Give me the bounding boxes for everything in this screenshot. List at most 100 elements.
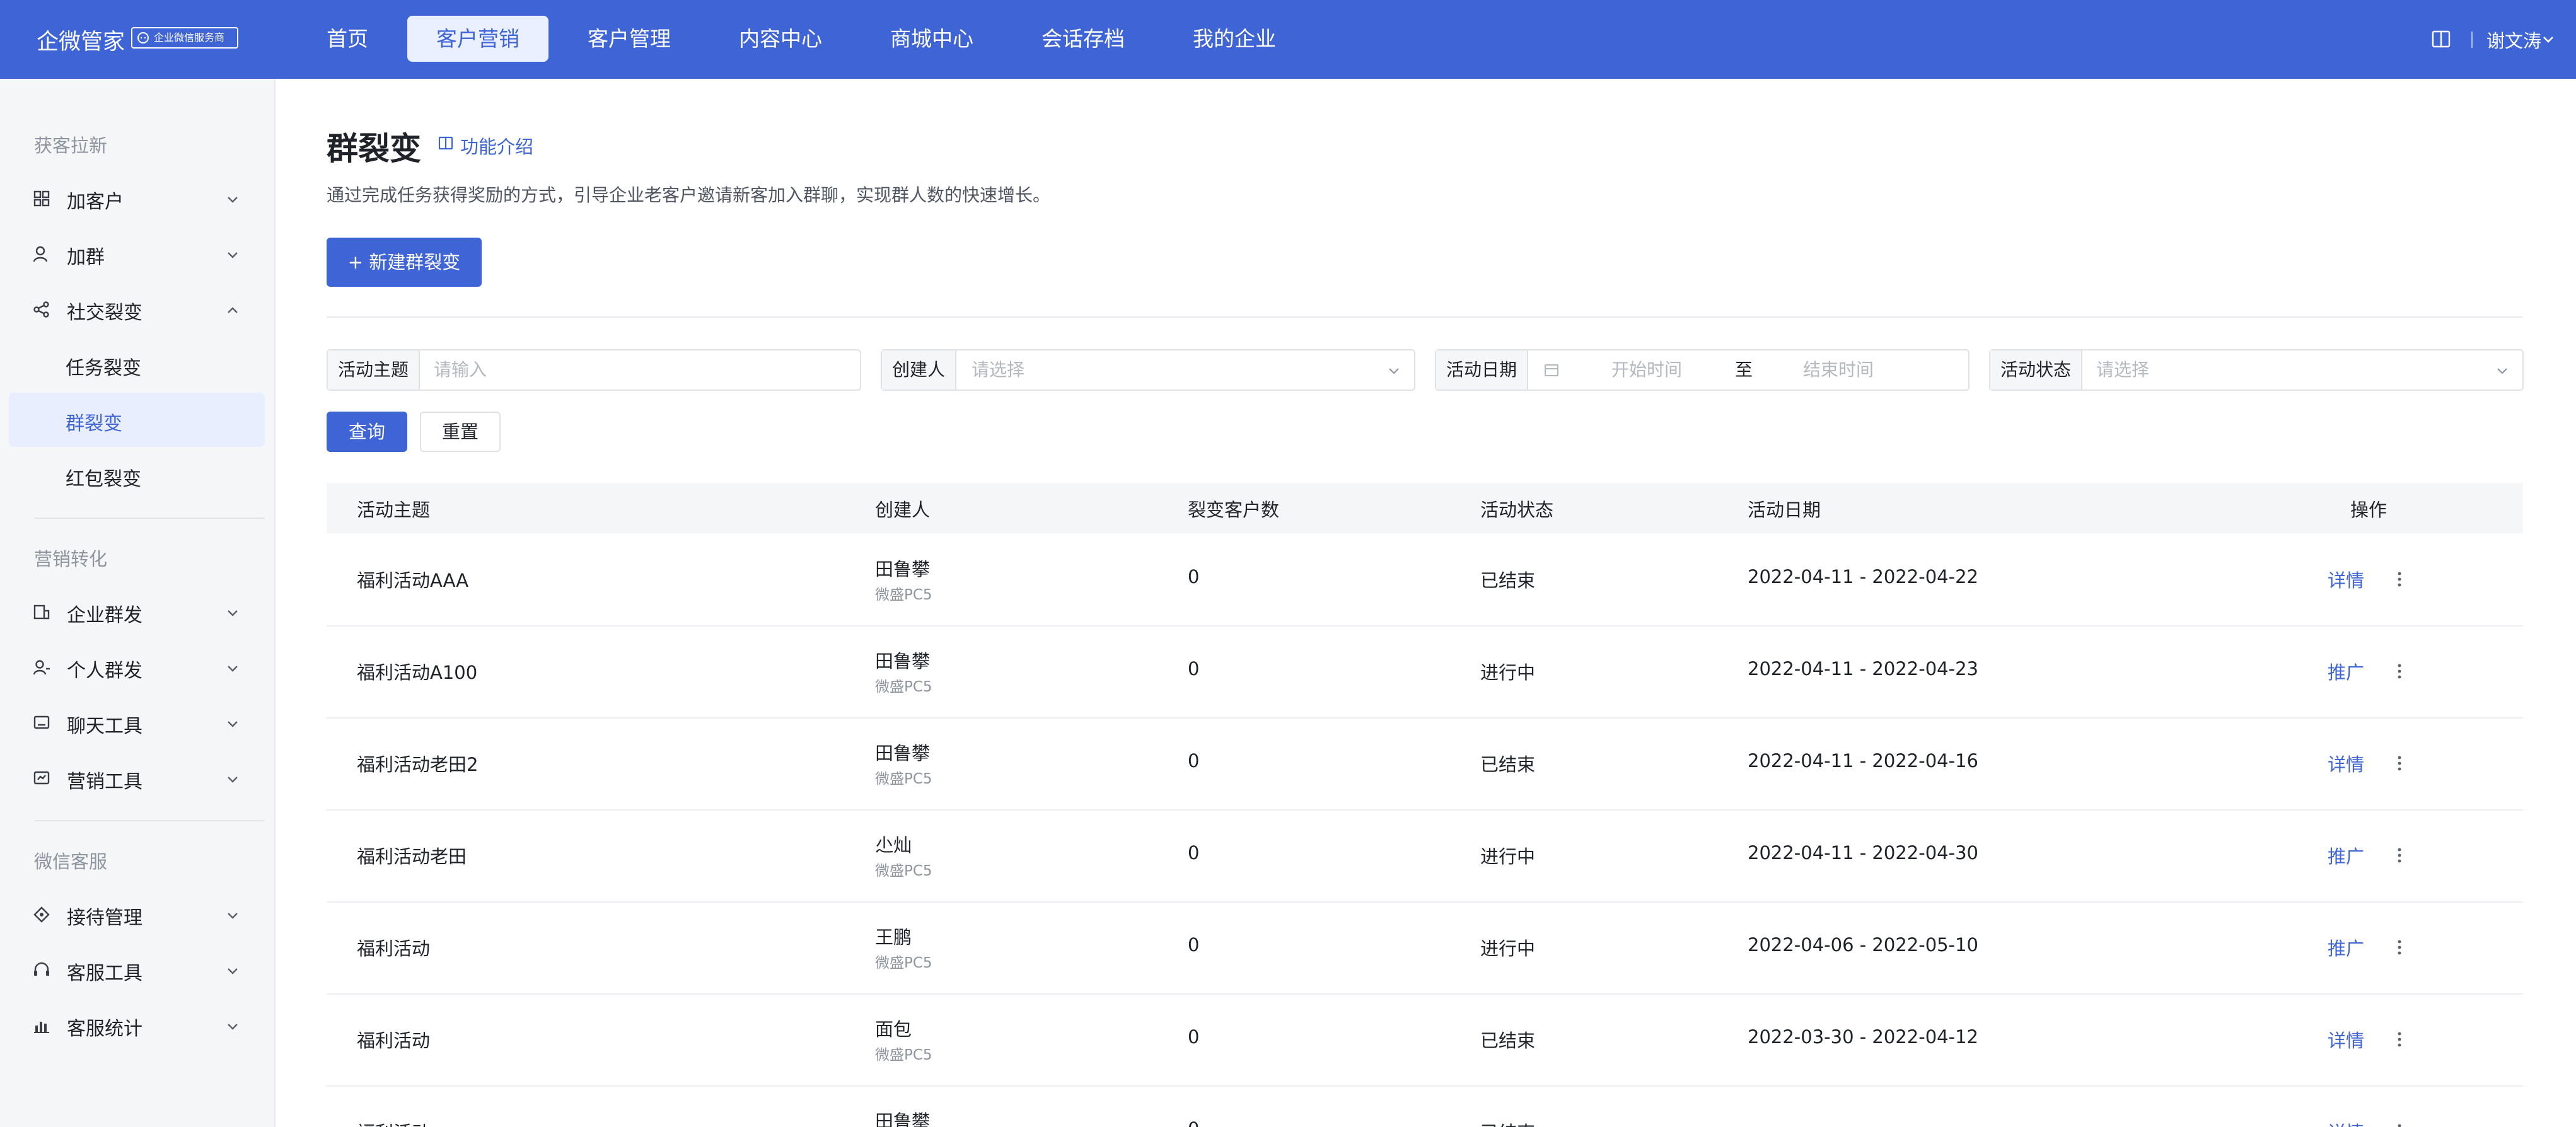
- sidebar-item-label: 社交裂变: [67, 302, 142, 324]
- nav-mall-center[interactable]: 商城中心: [879, 16, 985, 62]
- chat-bubble-icon: [137, 32, 149, 43]
- table-header: 活动主题 创建人 裂变客户数 活动状态 活动日期 操作: [327, 483, 2523, 533]
- topic-filter[interactable]: 活动主题 请输入: [327, 349, 861, 391]
- chevron-down-icon[interactable]: [2495, 363, 2510, 378]
- cell-creator: 王鹏: [875, 927, 912, 948]
- user-name[interactable]: 谢文涛: [2486, 26, 2541, 53]
- chevron-down-icon: [228, 252, 238, 258]
- chevron-down-icon: [228, 197, 238, 203]
- cell-fission-count: 0: [1188, 1026, 1200, 1048]
- cell-date: 2022-04-11 - 2022-04-30: [1748, 842, 1978, 864]
- cell-fission-count: 0: [1188, 566, 1200, 587]
- start-date-input[interactable]: 开始时间: [1611, 350, 1682, 390]
- cell-date: 2022-03-30 - 2022-04-12: [1748, 1026, 1978, 1048]
- sidebar-item-chat-tools[interactable]: 聊天工具: [0, 698, 276, 748]
- creator-select[interactable]: 请选择: [972, 350, 1024, 390]
- sidebar-subitem-redpacket-fission[interactable]: 红包裂变: [9, 448, 265, 502]
- row-action-link[interactable]: 推广: [2328, 934, 2364, 961]
- nav-customer-management[interactable]: 客户管理: [576, 16, 682, 62]
- more-options-icon[interactable]: [2393, 662, 2406, 681]
- table-row: 福利活动 面包 微盛PC5 0 已结束 2022-03-30 - 2022-04-12 详情: [327, 993, 2523, 1087]
- sidebar-subitem-task-fission[interactable]: 任务裂变: [9, 337, 265, 391]
- sidebar-item-service-tools[interactable]: 客服工具: [0, 945, 276, 995]
- cell-creator-org: 微盛PC5: [875, 1047, 932, 1063]
- chevron-down-icon: [228, 721, 238, 727]
- nav-chat-archive[interactable]: 会话存档: [1030, 16, 1136, 62]
- more-options-icon[interactable]: [2393, 846, 2406, 865]
- column-header-fission-count: 裂变客户数: [1188, 499, 1280, 521]
- sidebar-subitem-label: 群裂变: [66, 413, 122, 435]
- topic-input[interactable]: 请输入: [434, 350, 487, 390]
- cell-status: 已结束: [1480, 754, 1536, 775]
- nav-customer-marketing[interactable]: 客户营销: [407, 16, 548, 62]
- cell-creator: 田鲁攀: [875, 743, 931, 764]
- chevron-up-icon: [228, 307, 238, 313]
- personal-send-icon: [33, 660, 50, 675]
- cell-creator-org: 微盛PC5: [875, 771, 932, 787]
- cell-status: 进行中: [1480, 662, 1536, 683]
- chevron-down-icon: [228, 777, 238, 783]
- group-title-acquisition: 获客拉新: [34, 135, 108, 156]
- end-date-input[interactable]: 结束时间: [1803, 350, 1874, 390]
- row-action-link[interactable]: 详情: [2328, 566, 2364, 592]
- sidebar-subitem-label: 红包裂变: [66, 468, 141, 490]
- sidebar-item-add-customer[interactable]: 加客户: [0, 173, 276, 224]
- nav-content-center[interactable]: 内容中心: [728, 16, 833, 62]
- sidebar-item-marketing-tools[interactable]: 营销工具: [0, 753, 276, 804]
- feature-intro-link[interactable]: 功能介绍: [438, 132, 533, 159]
- row-action-link[interactable]: 详情: [2328, 1118, 2364, 1127]
- table-row: 福利活动老田2 田鲁攀 微盛PC5 0 已结束 2022-04-11 - 2022-04-…: [327, 717, 2523, 811]
- book-icon[interactable]: [2430, 28, 2452, 50]
- more-options-icon[interactable]: [2393, 1030, 2406, 1049]
- more-options-icon[interactable]: [2393, 938, 2406, 957]
- cell-creator: 尐灿: [875, 835, 912, 856]
- table-row: 福利活动老田 尐灿 微盛PC5 0 进行中 2022-04-11 - 2022-04-30…: [327, 809, 2523, 903]
- page-description: 通过完成任务获得奖励的方式，引导企业老客户邀请新客加入群聊，实现群人数的快速增长…: [327, 185, 1051, 205]
- creator-filter[interactable]: 创建人 请选择: [881, 349, 1415, 391]
- reset-button[interactable]: 重置: [420, 412, 501, 452]
- sidebar-item-personal-broadcast[interactable]: 个人群发: [0, 642, 276, 693]
- column-header-status: 活动状态: [1480, 499, 1554, 521]
- chevron-down-icon: [228, 968, 238, 974]
- sidebar-item-service-statistics[interactable]: 客服统计: [0, 1000, 276, 1051]
- nav-home[interactable]: 首页: [313, 16, 382, 62]
- user-icon: [33, 246, 48, 262]
- sidebar-item-label: 接待管理: [67, 907, 142, 929]
- sidebar-subitem-group-fission[interactable]: 群裂变: [9, 393, 265, 447]
- status-filter-label: 活动状态: [1990, 350, 2083, 390]
- cell-creator-org: 微盛PC5: [875, 863, 932, 879]
- chevron-down-icon: [228, 610, 238, 616]
- cell-fission-count: 0: [1188, 842, 1200, 864]
- more-options-icon[interactable]: [2393, 570, 2406, 589]
- service-provider-badge: 企业微信服务商: [131, 27, 238, 49]
- query-button[interactable]: 查询: [327, 412, 407, 452]
- new-group-fission-button[interactable]: + 新建群裂变: [327, 238, 482, 287]
- cell-topic: 福利活动: [357, 938, 431, 959]
- row-action-link[interactable]: 详情: [2328, 1026, 2364, 1053]
- sidebar-item-label: 客服统计: [67, 1018, 142, 1040]
- brand-name[interactable]: 企微管家: [37, 24, 125, 56]
- cell-creator-org: 微盛PC5: [875, 587, 932, 603]
- calendar-icon: [1545, 364, 1558, 376]
- status-select[interactable]: 请选择: [2096, 350, 2149, 390]
- row-action-link[interactable]: 详情: [2328, 750, 2364, 777]
- sidebar-item-social-fission[interactable]: 社交裂变: [0, 284, 276, 335]
- cell-status: 进行中: [1480, 846, 1536, 867]
- sidebar-item-label: 企业群发: [67, 604, 142, 627]
- row-action-link[interactable]: 推广: [2328, 658, 2364, 685]
- row-action-link[interactable]: 推广: [2328, 842, 2364, 869]
- sidebar-item-label: 个人群发: [67, 660, 142, 682]
- sidebar-item-add-group[interactable]: 加群: [0, 229, 276, 279]
- sidebar-item-reception-management[interactable]: 接待管理: [0, 889, 276, 940]
- table-row: 福利活动田鲁攀微盛PC50已结束详情: [327, 1085, 2523, 1127]
- more-options-icon[interactable]: [2393, 754, 2406, 773]
- table-row: 福利活动AAA 田鲁攀 微盛PC5 0 已结束 2022-04-11 - 2022-04-…: [327, 533, 2523, 627]
- date-filter[interactable]: 活动日期 开始时间 至 结束时间: [1435, 349, 1970, 391]
- sidebar-item-enterprise-broadcast[interactable]: 企业群发: [0, 587, 276, 637]
- nav-my-enterprise[interactable]: 我的企业: [1181, 16, 1287, 62]
- chevron-down-icon[interactable]: [2541, 32, 2556, 47]
- chevron-down-icon[interactable]: [1386, 363, 1401, 378]
- more-options-icon[interactable]: [2393, 1122, 2406, 1127]
- status-filter[interactable]: 活动状态 请选择: [1989, 349, 2524, 391]
- cell-date: 2022-04-11 - 2022-04-23: [1748, 658, 1978, 679]
